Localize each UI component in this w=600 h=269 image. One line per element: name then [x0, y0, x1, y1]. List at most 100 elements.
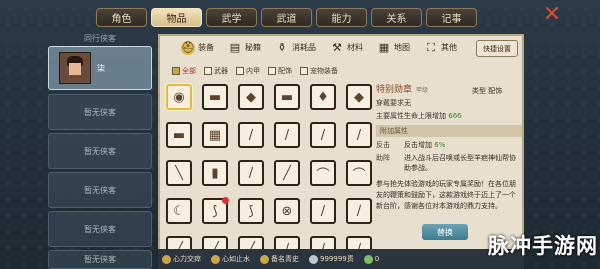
item-icon: ⟆	[212, 203, 218, 219]
filter-all[interactable]: 全部	[172, 66, 196, 76]
helmet-icon: ⛑	[181, 40, 195, 55]
item-icon: ▦	[208, 127, 222, 143]
coin-icon	[260, 254, 269, 264]
type-label: 类型	[472, 87, 486, 95]
tab-manuals[interactable]: ▤ 秘籍	[221, 39, 268, 56]
type-value: 配饰	[488, 87, 503, 95]
item-icon: ▮	[211, 165, 219, 181]
inventory-slot[interactable]: /	[346, 122, 372, 148]
watermark: 脉冲手游网	[488, 234, 598, 258]
replace-button[interactable]: 替换	[422, 224, 468, 240]
filter-label: 宠物装备	[310, 67, 338, 75]
character-slot[interactable]: 暂无侠客	[48, 133, 152, 169]
inventory-slot[interactable]: /	[310, 198, 336, 224]
tab-other[interactable]: ⛶ 其他	[417, 39, 464, 56]
footer-label: 0	[374, 255, 380, 263]
req-value: 无	[404, 99, 411, 107]
inventory-slot[interactable]: ♦	[310, 84, 336, 110]
item-icon: ▬	[172, 127, 186, 143]
tab-notes[interactable]: 记事	[426, 8, 477, 27]
inventory-slot[interactable]: ▬	[274, 84, 300, 110]
item-icon: ◆	[246, 89, 256, 105]
footer-label: 999999贯	[320, 255, 354, 263]
item-icon: /	[248, 165, 254, 181]
item-icon: /	[356, 203, 362, 219]
inventory-slot[interactable]: ▦	[202, 122, 228, 148]
tab-items[interactable]: 物品	[151, 8, 202, 27]
item-grid: ◉▬◆▬♦◆▬▦////╲▮/╱⌒⌒☾⟆⟆⊗//╱╱╱///	[166, 84, 372, 262]
item-icon: ⌒	[316, 167, 330, 183]
companion-header: 同行侠客	[84, 34, 116, 43]
item-icon: ⌒	[352, 167, 366, 183]
material-icon: ⚒	[332, 41, 342, 54]
item-icon: ╲	[175, 165, 183, 181]
top-tabs: 角色 物品 武学 武道 能力 关系 记事	[96, 8, 477, 27]
new-badge-icon	[222, 197, 229, 204]
character-slot[interactable]: 暂无侠客	[48, 211, 152, 247]
filter-accessory[interactable]: 配饰	[268, 66, 292, 76]
filter-armor[interactable]: 内甲	[236, 66, 260, 76]
tab-consumables[interactable]: ⚱ 消耗品	[268, 39, 323, 56]
inventory-slot[interactable]: ⟆	[238, 198, 264, 224]
assist-value: 进入战斗后召唤或长型羊疤神仙帮协助参战。	[404, 154, 516, 172]
item-icon: ◆	[354, 89, 364, 105]
slot-label: 暂无侠客	[84, 146, 116, 156]
inventory-slot[interactable]: ▬	[202, 84, 228, 110]
tab-label: 消耗品	[292, 43, 316, 52]
inventory-slot[interactable]: /	[310, 122, 336, 148]
filter-pet[interactable]: 宠物装备	[300, 66, 338, 76]
coin-icon	[162, 254, 171, 264]
inventory-slot[interactable]: ⟆	[202, 197, 229, 224]
character-slot[interactable]: 暂无侠客	[48, 94, 152, 130]
inventory-slot[interactable]: /	[346, 198, 372, 224]
footer-item: 999999贯	[309, 254, 354, 264]
inventory-slot[interactable]: ╱	[274, 160, 300, 186]
close-icon[interactable]: ✕	[541, 4, 563, 26]
slot-label: 暂无侠客	[84, 107, 116, 117]
inventory-slot[interactable]: ◆	[238, 84, 264, 110]
coin-icon	[211, 254, 220, 264]
inventory-slot[interactable]: ╲	[166, 160, 192, 186]
inventory-slot[interactable]: ◉	[166, 84, 192, 110]
item-icon: ♦	[317, 89, 329, 105]
inventory-slot[interactable]: ⊗	[274, 198, 300, 224]
tab-way[interactable]: 武道	[261, 8, 312, 27]
quick-settings-button[interactable]: 快捷设置	[476, 40, 518, 57]
inventory-slot[interactable]: ☾	[166, 198, 192, 224]
counter-row: 反击 反击增加 6%	[376, 140, 522, 150]
checkbox	[300, 67, 308, 75]
item-icon: ⊗	[281, 203, 293, 219]
inventory-slot[interactable]: ◆	[346, 84, 372, 110]
inventory-slot[interactable]: ▬	[166, 122, 192, 148]
tab-label: 装备	[198, 43, 214, 52]
item-detail: 特别勋章 甲级 类型 配饰 穿戴要求无 主要属性 生命上限增加 666 附加属性 反…	[376, 82, 522, 212]
inventory-slot[interactable]: /	[238, 122, 264, 148]
tab-ability[interactable]: 能力	[316, 8, 367, 27]
tab-materials[interactable]: ⚒ 材料	[323, 39, 370, 56]
item-icon: ▬	[208, 89, 222, 105]
inventory-slot[interactable]: ⌒	[310, 160, 336, 186]
tab-equipment[interactable]: ⛑ 装备	[174, 39, 221, 56]
filter-weapon[interactable]: 武器	[204, 66, 228, 76]
requirement-row: 穿戴要求无	[376, 98, 522, 108]
item-quality: 甲级	[416, 87, 429, 94]
tab-label: 材料	[347, 43, 363, 52]
green-icon	[363, 254, 373, 264]
tab-martial[interactable]: 武学	[206, 8, 257, 27]
tab-relation[interactable]: 关系	[371, 8, 422, 27]
inventory-slot[interactable]: ▮	[202, 160, 228, 186]
tab-role[interactable]: 角色	[96, 8, 147, 27]
inventory-slot[interactable]: /	[274, 122, 300, 148]
inventory-slot[interactable]: ⌒	[346, 160, 372, 186]
req-label: 穿戴要求	[376, 99, 404, 107]
filter-label: 全部	[182, 67, 196, 75]
extra-attr-header: 附加属性	[376, 125, 522, 137]
main-label: 主要属性	[376, 112, 404, 120]
inventory-slot[interactable]: /	[238, 160, 264, 186]
character-slot[interactable]: 暂无侠客	[48, 172, 152, 208]
tab-maps[interactable]: ▦ 地图	[370, 39, 417, 56]
character-slot-active[interactable]: 柒	[48, 46, 152, 90]
character-slot[interactable]: 暂无侠客	[48, 250, 152, 269]
slot-label: 暂无侠客	[84, 255, 116, 264]
item-icon: /	[320, 127, 326, 143]
